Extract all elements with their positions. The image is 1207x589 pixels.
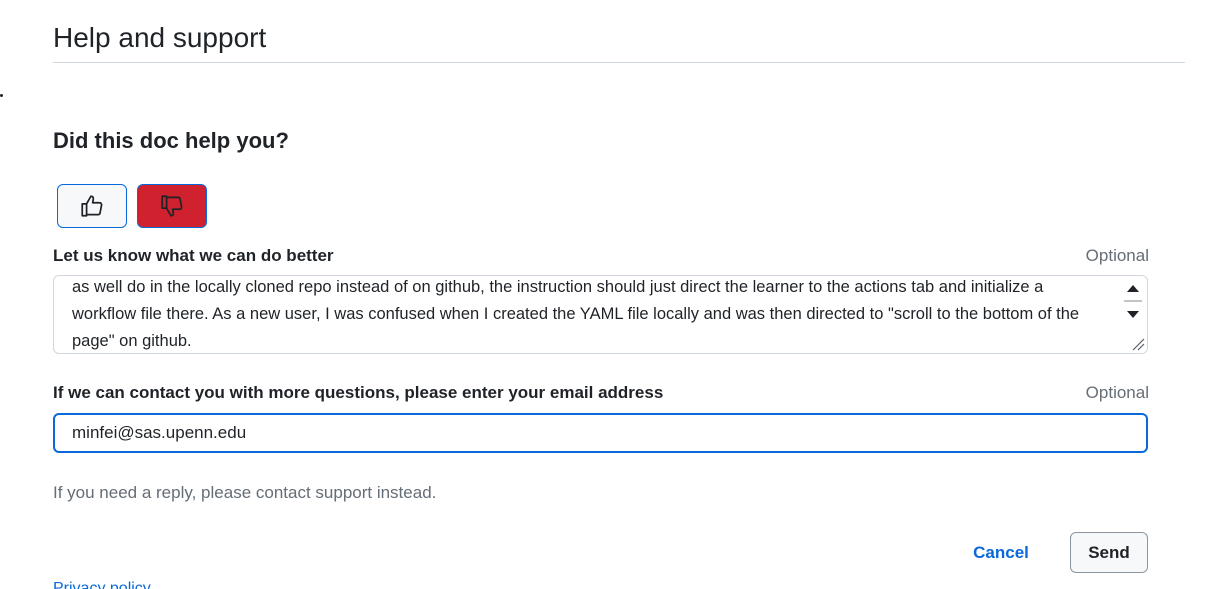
resize-handle-icon[interactable] <box>1131 337 1145 351</box>
contact-label: If we can contact you with more question… <box>53 383 664 402</box>
reply-note: If you need a reply, please contact supp… <box>53 483 437 502</box>
thumbs-down-icon <box>161 195 183 217</box>
improve-optional: Optional <box>1085 246 1149 265</box>
section-title: Help and support <box>53 22 267 53</box>
thumbs-up-icon <box>81 195 103 217</box>
scroll-down-arrow-icon[interactable] <box>1127 311 1139 318</box>
cancel-button[interactable]: Cancel <box>960 533 1042 573</box>
improve-label: Let us know what we can do better <box>53 246 334 265</box>
improve-textarea[interactable]: as well do in the locally cloned repo in… <box>53 275 1148 354</box>
improve-textarea-value: as well do in the locally cloned repo in… <box>72 278 1080 350</box>
thumbs-up-button[interactable] <box>57 184 127 228</box>
privacy-policy-link[interactable]: Privacy policy <box>53 580 151 589</box>
thumbs-down-button[interactable] <box>137 184 207 228</box>
contact-optional: Optional <box>1085 383 1149 402</box>
section-divider <box>53 62 1185 63</box>
email-field[interactable] <box>53 413 1148 453</box>
feedback-question: Did this doc help you? <box>53 128 289 153</box>
scrollbar-thumb[interactable] <box>1124 300 1142 302</box>
page-edge-marker <box>0 94 3 97</box>
scroll-up-arrow-icon[interactable] <box>1127 285 1139 292</box>
help-and-support-page: Help and support Did this doc help you? … <box>0 0 1207 589</box>
send-button[interactable]: Send <box>1070 532 1148 573</box>
